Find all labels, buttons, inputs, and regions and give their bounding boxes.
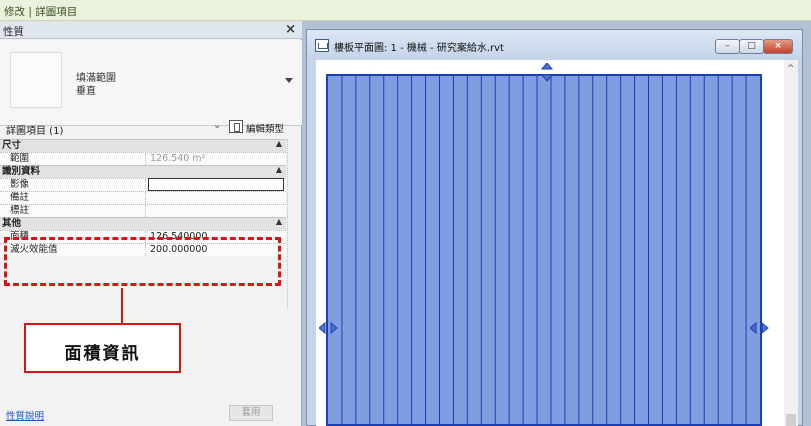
maximize-button[interactable]: □ (739, 39, 764, 54)
chevron-down-icon[interactable] (285, 78, 293, 83)
edit-type-icon (229, 120, 243, 133)
canvas-scrollbar[interactable]: ^ (784, 60, 798, 426)
left-drag-grip-icon[interactable] (319, 322, 341, 334)
property-key: 備註 (10, 192, 146, 204)
callout-connector (121, 288, 123, 323)
scroll-up-icon[interactable]: ^ (787, 64, 795, 74)
close-icon[interactable]: × (285, 22, 296, 37)
drawing-canvas[interactable] (316, 60, 784, 426)
callout-text: 面積資訊 (64, 344, 141, 364)
floor-plan-icon (315, 39, 329, 52)
area-info-highlight (4, 237, 281, 286)
property-key: 影像 (10, 179, 146, 191)
filled-region[interactable] (326, 74, 762, 426)
vertical-hatch-pattern (341, 76, 747, 424)
chevron-down-icon[interactable]: ⌄ (213, 120, 221, 131)
group-label: 尺寸 (2, 140, 22, 151)
instance-filter-dropdown[interactable]: 詳圖項目 (1) (6, 122, 63, 137)
group-header-identity[interactable]: 識別資料 ▲ (0, 165, 286, 178)
property-row: 影像 (0, 178, 286, 191)
collapse-icon[interactable]: ▲ (276, 217, 282, 226)
close-window-button[interactable]: × (763, 39, 793, 54)
group-header-dimensions[interactable]: 尺寸 ▲ (0, 139, 286, 152)
property-row: 備註 (0, 191, 286, 204)
collapse-icon[interactable]: ▲ (276, 165, 282, 174)
property-key: 標註 (10, 205, 146, 217)
apply-button[interactable]: 套用 (229, 405, 273, 421)
ribbon-context-label: 修改 | 詳圖項目 (4, 6, 78, 18)
floor-plan-view-window: 樓板平面圖: 1 - 機械 - 研究案給水.rvt – □ × ^ (306, 29, 803, 426)
edit-type-button[interactable]: 編輯類型 (229, 118, 297, 136)
type-type-name: 垂直 (76, 86, 96, 97)
property-row: 標註 (0, 204, 286, 217)
scroll-thumb[interactable] (786, 414, 796, 426)
property-row: 範圍 126.540 m² (0, 152, 286, 165)
group-header-other[interactable]: 其他 ▲ (0, 217, 286, 230)
property-key: 範圍 (10, 153, 146, 165)
view-title: 樓板平面圖: 1 - 機械 - 研究案給水.rvt (334, 43, 504, 54)
type-family-name: 填滿範圍 (76, 73, 116, 84)
right-drag-grip-icon[interactable] (750, 322, 772, 334)
type-preview-image (10, 52, 62, 108)
view-title-bar[interactable]: 樓板平面圖: 1 - 機械 - 研究案給水.rvt – □ × (307, 30, 802, 60)
properties-title: 性質 (3, 26, 24, 38)
type-selector[interactable]: 填滿範圍 垂直 (0, 40, 302, 126)
instance-filter-row: 詳圖項目 (1) ⌄ 編輯類型 (0, 116, 302, 138)
properties-title-bar: 性質 × (0, 21, 302, 39)
group-label: 其他 (2, 218, 22, 229)
area-info-callout: 面積資訊 (24, 323, 181, 373)
properties-scrollbar[interactable] (287, 139, 299, 309)
collapse-icon[interactable]: ▲ (276, 139, 282, 148)
image-value-field[interactable] (148, 178, 284, 191)
minimize-button[interactable]: – (715, 39, 740, 54)
type-name: 填滿範圍 垂直 (76, 72, 116, 98)
property-value: 126.540 m² (150, 153, 206, 164)
top-drag-grip-icon[interactable] (541, 63, 553, 85)
properties-help-link[interactable]: 性質說明 (6, 408, 44, 422)
mark-value-field[interactable] (148, 205, 284, 217)
comments-value-field[interactable] (148, 192, 284, 204)
group-label: 識別資料 (2, 166, 41, 177)
ribbon-context-bar: 修改 | 詳圖項目 (0, 0, 811, 21)
edit-type-label: 編輯類型 (246, 124, 285, 135)
